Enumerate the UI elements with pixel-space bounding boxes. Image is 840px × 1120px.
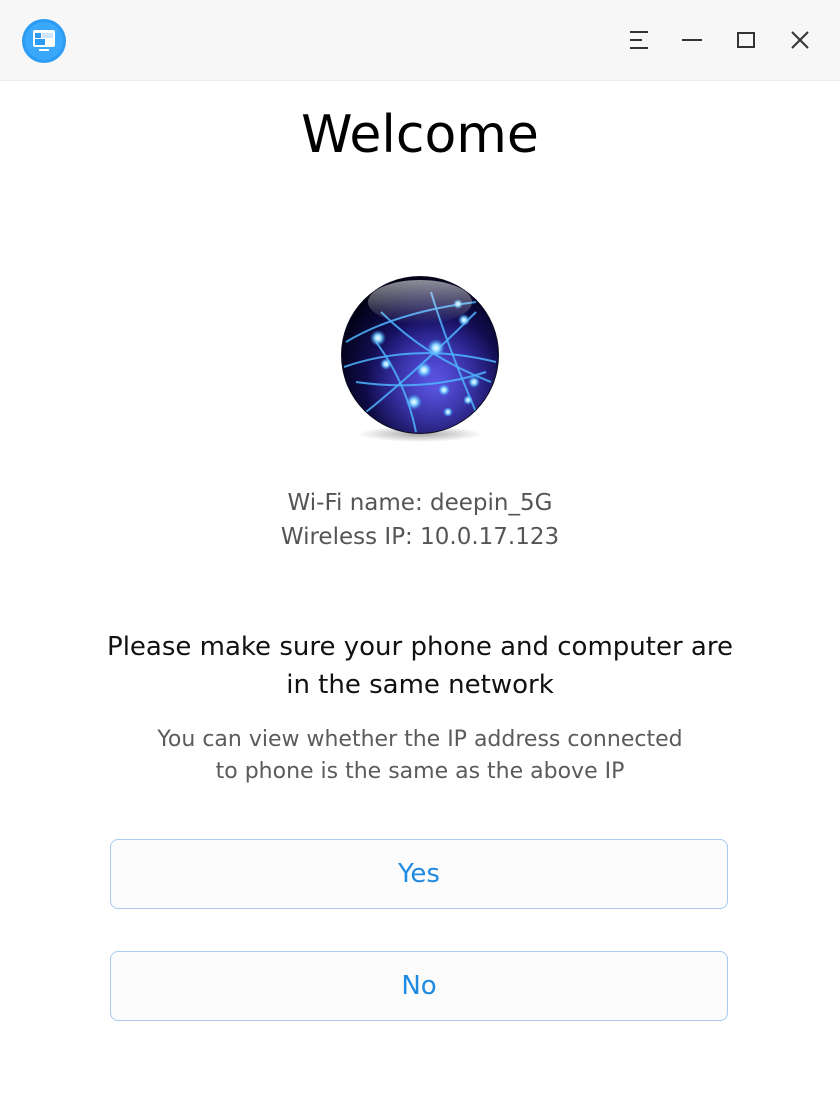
close-button[interactable] (780, 20, 820, 60)
minimize-icon (682, 39, 702, 41)
wifi-name-label: Wi-Fi name: deepin_5G (287, 490, 553, 516)
menu-button[interactable] (619, 20, 659, 60)
close-icon (791, 31, 809, 49)
app-window: Welcome Wi-Fi name: deepin_5G Wireless I… (0, 0, 840, 1120)
network-globe-icon (336, 272, 504, 444)
maximize-button[interactable] (726, 20, 766, 60)
no-button[interactable]: No (110, 951, 728, 1021)
instruction-hint: You can view whether the IP address conn… (100, 724, 740, 788)
network-info: Wi-Fi name: deepin_5G Wireless IP: 10.0.… (0, 486, 840, 554)
headline-line-2: in the same network (286, 670, 554, 700)
headline-line-1: Please make sure your phone and computer… (107, 632, 733, 662)
instruction-headline: Please make sure your phone and computer… (60, 628, 780, 704)
yes-button[interactable]: Yes (110, 839, 728, 909)
titlebar (0, 0, 840, 81)
hint-line-1: You can view whether the IP address conn… (157, 727, 683, 752)
app-icon (21, 18, 67, 64)
maximize-icon (737, 32, 755, 48)
wireless-ip-label: Wireless IP: 10.0.17.123 (280, 524, 560, 550)
hint-line-2: to phone is the same as the above IP (215, 759, 625, 784)
menu-icon (630, 31, 648, 49)
page-title: Welcome (301, 105, 539, 165)
minimize-button[interactable] (672, 20, 712, 60)
